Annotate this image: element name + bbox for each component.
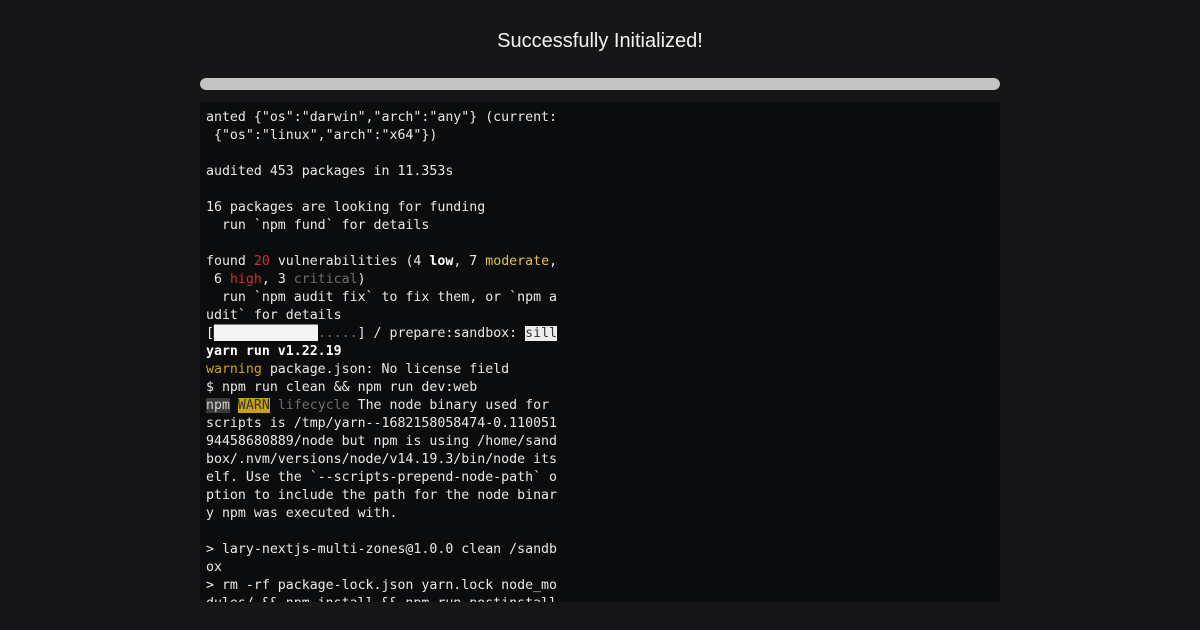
- terminal-segment: run `npm audit fix` to fix them, or `npm…: [206, 290, 557, 305]
- terminal-segment: package.json: No license field: [262, 362, 509, 377]
- terminal-segment: found: [206, 254, 254, 269]
- terminal-segment: dules/ && npm install && npm run postins…: [206, 596, 557, 602]
- terminal-segment: .....: [318, 326, 358, 341]
- terminal-segment: lifecycle: [278, 398, 350, 413]
- terminal-line: ption to include the path for the node b…: [206, 487, 557, 505]
- terminal-line: ox: [206, 559, 557, 577]
- terminal-line: [206, 145, 557, 163]
- terminal-segment: y npm was executed with.: [206, 506, 397, 521]
- terminal-segment: warning: [206, 362, 262, 377]
- terminal-line: {"os":"linux","arch":"x64"}): [206, 127, 557, 145]
- terminal-segment: ,: [549, 254, 557, 269]
- terminal-segment: 94458680889/node but npm is using /home/…: [206, 434, 557, 449]
- terminal-segment: , 3: [262, 272, 294, 287]
- terminal-segment: audited 453 packages in 11.353s: [206, 164, 453, 179]
- terminal-segment: moderate: [485, 254, 549, 269]
- terminal-segment: 6: [206, 272, 230, 287]
- terminal-line: [206, 235, 557, 253]
- terminal-line: elf. Use the `--scripts-prepend-node-pat…: [206, 469, 557, 487]
- terminal-line: [█████████████.....] / prepare:sandbox: …: [206, 325, 557, 343]
- terminal-segment: low: [429, 254, 453, 269]
- progress-fill: [200, 78, 1000, 90]
- terminal-line: run `npm audit fix` to fix them, or `npm…: [206, 289, 557, 307]
- terminal-lines: anted {"os":"darwin","arch":"any"} (curr…: [206, 109, 557, 602]
- terminal-line: y npm was executed with.: [206, 505, 557, 523]
- terminal-segment: vulnerabilities (4: [270, 254, 430, 269]
- terminal-segment: $ npm run clean && npm run dev:web: [206, 380, 477, 395]
- terminal-segment: [: [206, 326, 214, 341]
- terminal-segment: > lary-nextjs-multi-zones@1.0.0 clean /s…: [206, 542, 557, 557]
- terminal-segment: box/.nvm/versions/node/v14.19.3/bin/node…: [206, 452, 557, 467]
- terminal-line: found 20 vulnerabilities (4 low, 7 moder…: [206, 253, 557, 271]
- terminal-segment: critical: [294, 272, 358, 287]
- terminal-segment: , 7: [453, 254, 485, 269]
- terminal-segment: █████████████: [214, 326, 318, 341]
- terminal-line: [206, 181, 557, 199]
- terminal-segment: The node binary used for: [350, 398, 549, 413]
- terminal-segment: ption to include the path for the node b…: [206, 488, 557, 503]
- terminal-line: run `npm fund` for details: [206, 217, 557, 235]
- terminal-line: 94458680889/node but npm is using /home/…: [206, 433, 557, 451]
- terminal-line: box/.nvm/versions/node/v14.19.3/bin/node…: [206, 451, 557, 469]
- terminal-segment: ] / prepare:sandbox:: [358, 326, 526, 341]
- terminal-segment: sill: [525, 326, 557, 341]
- terminal-line: $ npm run clean && npm run dev:web: [206, 379, 557, 397]
- terminal-segment: udit` for details: [206, 308, 342, 323]
- terminal-line: 6 high, 3 critical): [206, 271, 557, 289]
- terminal-line: > rm -rf package-lock.json yarn.lock nod…: [206, 577, 557, 595]
- terminal-segment: ): [358, 272, 366, 287]
- terminal-segment: ox: [206, 560, 222, 575]
- terminal-line: scripts is /tmp/yarn--1682158058474-0.11…: [206, 415, 557, 433]
- terminal-line: audited 453 packages in 11.353s: [206, 163, 557, 181]
- terminal-segment: WARN: [238, 398, 270, 413]
- terminal-segment: high: [230, 272, 262, 287]
- terminal-line: 16 packages are looking for funding: [206, 199, 557, 217]
- terminal-line: > lary-nextjs-multi-zones@1.0.0 clean /s…: [206, 541, 557, 559]
- terminal-line: anted {"os":"darwin","arch":"any"} (curr…: [206, 109, 557, 127]
- terminal-segment: 20: [254, 254, 270, 269]
- terminal-segment: 16 packages are looking for funding: [206, 200, 485, 215]
- terminal-segment: > rm -rf package-lock.json yarn.lock nod…: [206, 578, 557, 593]
- terminal-segment: [270, 398, 278, 413]
- terminal-segment: scripts is /tmp/yarn--1682158058474-0.11…: [206, 416, 557, 431]
- terminal-segment: {"os":"linux","arch":"x64"}): [206, 128, 437, 143]
- terminal-output[interactable]: anted {"os":"darwin","arch":"any"} (curr…: [200, 102, 1000, 602]
- terminal-segment: elf. Use the `--scripts-prepend-node-pat…: [206, 470, 557, 485]
- terminal-line: [206, 523, 557, 541]
- terminal-segment: npm: [206, 398, 230, 413]
- page-title: Successfully Initialized!: [0, 30, 1200, 53]
- terminal-segment: yarn run v1.22.19: [206, 344, 342, 359]
- terminal-segment: anted {"os":"darwin","arch":"any"} (curr…: [206, 110, 557, 125]
- terminal-segment: run `npm fund` for details: [206, 218, 429, 233]
- progress-bar: [200, 78, 1000, 90]
- terminal-line: warning package.json: No license field: [206, 361, 557, 379]
- terminal-line: dules/ && npm install && npm run postins…: [206, 595, 557, 602]
- terminal-line: npm WARN lifecycle The node binary used …: [206, 397, 557, 415]
- terminal-segment: [230, 398, 238, 413]
- terminal-line: udit` for details: [206, 307, 557, 325]
- terminal-line: yarn run v1.22.19: [206, 343, 557, 361]
